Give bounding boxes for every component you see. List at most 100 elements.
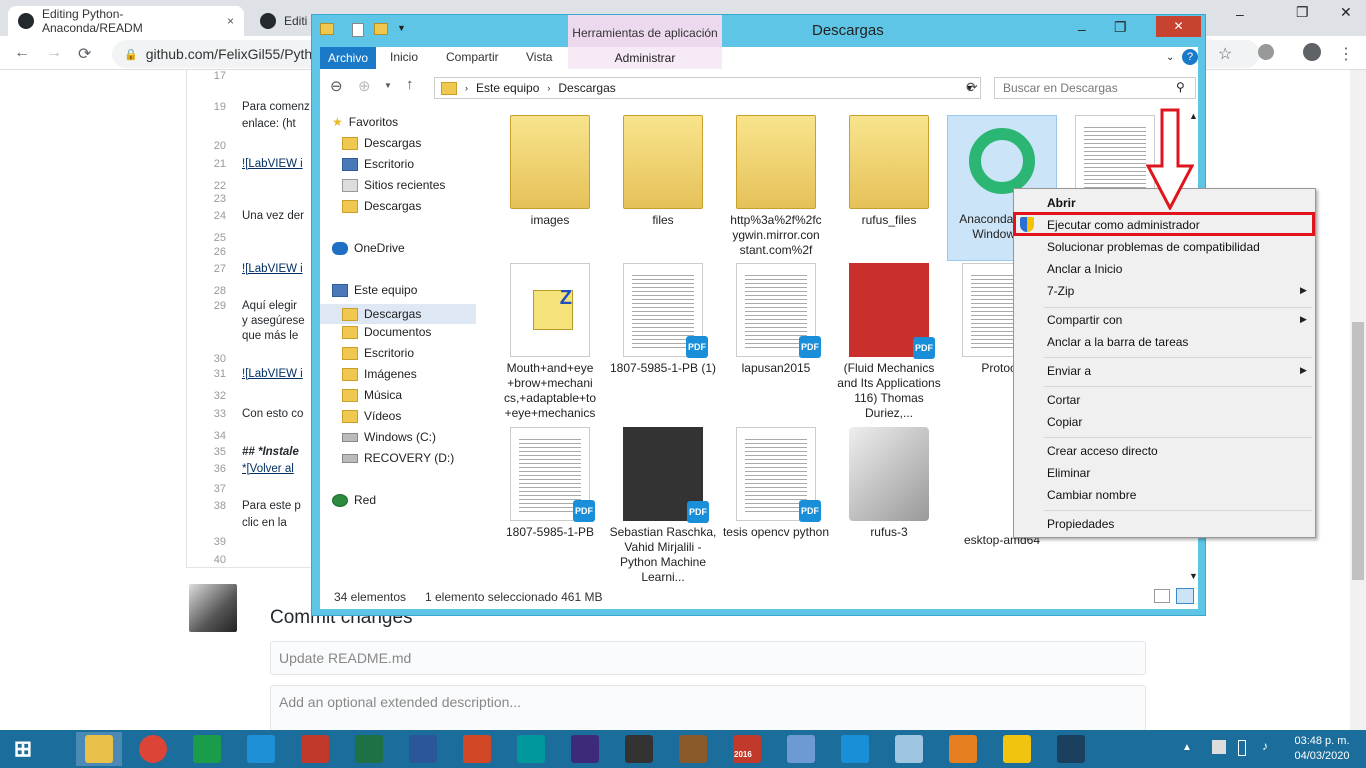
nav-item[interactable]: Documentos	[342, 325, 431, 339]
nav-item[interactable]: Vídeos	[342, 409, 401, 423]
code-line[interactable]: ![LabVIEW i	[242, 368, 303, 380]
file-item[interactable]: http%3a%2f%2fc ygwin.mirror.con stant.co…	[721, 115, 831, 258]
nav-item[interactable]: Este equipo	[332, 283, 417, 297]
file-item[interactable]: PDF (Fluid Mechanics and Its Applications…	[834, 263, 944, 421]
close-icon[interactable]: ✕	[1156, 16, 1201, 37]
nav-item[interactable]: Música	[342, 388, 402, 402]
help-icon[interactable]: ?	[1182, 49, 1198, 65]
close-window-icon[interactable]: ✕	[1340, 4, 1352, 21]
file-item[interactable]: rufus_files	[834, 115, 944, 228]
books-taskbar-icon[interactable]	[670, 732, 716, 766]
file-item[interactable]: PDF Sebastian Raschka, Vahid Mirjalili - …	[608, 427, 718, 585]
context-menu-item[interactable]: Anclar a la barra de tareas	[1047, 335, 1188, 349]
breadcrumb-este-equipo[interactable]: Este equipo	[476, 81, 539, 95]
help-taskbar-icon[interactable]	[1048, 732, 1094, 766]
code-line[interactable]: ![LabVIEW i	[242, 158, 303, 170]
nav-item[interactable]: Descargas	[342, 136, 421, 150]
scrollbar-thumb[interactable]	[1352, 322, 1364, 580]
nav-item[interactable]: Descargas	[342, 199, 421, 213]
tab-archivo[interactable]: Archivo	[320, 47, 376, 69]
nav-item[interactable]: Windows (C:)	[342, 430, 436, 444]
back-icon[interactable]: ←	[14, 44, 30, 62]
new-folder-icon[interactable]	[374, 23, 388, 35]
tab-vista[interactable]: Vista	[526, 50, 552, 64]
search-input[interactable]: Buscar en Descargas	[994, 77, 1196, 99]
nav-item[interactable]: Descargas	[320, 304, 476, 324]
code-line[interactable]: ![LabVIEW i	[242, 263, 303, 275]
code-line[interactable]: Para comenz	[242, 101, 310, 113]
chrome-taskbar-icon[interactable]	[130, 732, 176, 766]
volume-icon[interactable]: ♪	[1262, 739, 1268, 753]
nav-item[interactable]: ★ Favoritos	[332, 115, 398, 129]
nav-item[interactable]: Imágenes	[342, 367, 417, 381]
code-line[interactable]: enlace: (ht	[242, 118, 296, 130]
store-taskbar-icon[interactable]	[184, 732, 230, 766]
nav-item[interactable]: RECOVERY (D:)	[342, 451, 454, 465]
context-menu-item[interactable]: Eliminar	[1047, 466, 1090, 480]
breadcrumb-descargas[interactable]: Descargas	[558, 81, 615, 95]
maximize-icon[interactable]: ❐	[1296, 4, 1309, 21]
clock[interactable]: 03:48 p. m. 04/03/2020	[1283, 734, 1361, 764]
file-item[interactable]: Z Mouth+and+eye +brow+mechani cs,+adaptab…	[495, 263, 605, 421]
code-line[interactable]: y asegúrese	[242, 315, 305, 327]
code-line[interactable]: ## *Instale	[242, 446, 299, 458]
arduino-taskbar-icon[interactable]	[508, 732, 554, 766]
word-taskbar-icon[interactable]	[400, 732, 446, 766]
notepad-taskbar-icon[interactable]	[886, 732, 932, 766]
reload-icon[interactable]: ⟳	[78, 44, 91, 64]
menu-icon[interactable]: ⋮	[1338, 44, 1354, 64]
nav-item[interactable]: OneDrive	[332, 241, 405, 255]
tray-chevron-icon[interactable]: ▲	[1182, 742, 1192, 753]
maximize-icon[interactable]: ❐	[1114, 19, 1127, 36]
pdf-taskbar-icon[interactable]	[832, 732, 878, 766]
context-menu-item[interactable]: Propiedades	[1047, 517, 1114, 531]
context-menu-item[interactable]: 7-Zip	[1047, 284, 1074, 298]
profile-icon[interactable]	[1303, 43, 1321, 61]
scroll-down-icon[interactable]: ▼	[1189, 571, 1198, 581]
explorer-address-bar[interactable]: › Este equipo › Descargas ▼	[434, 77, 981, 99]
excel-taskbar-icon[interactable]	[346, 732, 392, 766]
up-icon[interactable]: ↑	[406, 76, 414, 93]
code-line[interactable]: que más le	[242, 330, 298, 342]
battery-icon[interactable]	[1238, 740, 1246, 756]
expand-ribbon-icon[interactable]: ⌄	[1166, 52, 1174, 63]
browser-tab-active[interactable]: Editing Python-Anaconda/READM ×	[8, 6, 244, 36]
page-scrollbar[interactable]	[1350, 70, 1366, 730]
file-item[interactable]: files	[608, 115, 718, 228]
virtualbox-taskbar-icon[interactable]	[778, 732, 824, 766]
code-line[interactable]: Con esto co	[242, 408, 303, 420]
tab-compartir[interactable]: Compartir	[446, 50, 499, 64]
code-line[interactable]: *[Volver al	[242, 463, 294, 475]
explorer-titlebar[interactable]: ▼ Herramientas de aplicación Descargas –…	[312, 15, 1205, 47]
back-icon[interactable]: ⊖	[330, 77, 343, 95]
network-tray-icon[interactable]	[1212, 740, 1226, 754]
context-menu-item[interactable]: Abrir	[1047, 196, 1076, 210]
context-menu-item[interactable]: Cortar	[1047, 393, 1080, 407]
code-line[interactable]: clic en la	[242, 517, 287, 529]
refresh-icon[interactable]: ⟳	[966, 79, 978, 96]
context-menu-item[interactable]: Enviar a	[1047, 364, 1091, 378]
tex-taskbar-icon[interactable]	[562, 732, 608, 766]
close-tab-icon[interactable]: ×	[227, 14, 234, 28]
properties-icon[interactable]	[352, 23, 364, 37]
nav-item[interactable]: Sitios recientes	[342, 178, 445, 192]
minimize-icon[interactable]: –	[1078, 21, 1086, 37]
file-item[interactable]: PDF lapusan2015	[721, 263, 831, 376]
file-item[interactable]: rufus-3	[834, 427, 944, 540]
forward-icon[interactable]: ⊕	[358, 77, 371, 95]
powerpoint-taskbar-icon[interactable]	[454, 732, 500, 766]
extension-icon[interactable]	[1258, 44, 1274, 60]
context-menu-item[interactable]: Anclar a Inicio	[1047, 262, 1122, 276]
nav-item[interactable]: Escritorio	[342, 157, 414, 171]
file-item[interactable]: images	[495, 115, 605, 228]
file-item[interactable]: PDF 1807-5985-1-PB (1)	[608, 263, 718, 376]
code-line[interactable]: Aquí elegir	[242, 300, 297, 312]
bookmark-star-icon[interactable]: ☆	[1218, 44, 1232, 64]
code-line[interactable]: Una vez der	[242, 210, 304, 222]
context-menu-item[interactable]: Crear acceso directo	[1047, 444, 1158, 458]
commit-summary-input[interactable]: Update README.md	[270, 641, 1146, 675]
tab-inicio[interactable]: Inicio	[390, 50, 418, 64]
forward-icon[interactable]: →	[46, 44, 62, 62]
code-line[interactable]: Para este p	[242, 500, 301, 512]
customize-toolbar-icon[interactable]: ▼	[397, 23, 406, 33]
